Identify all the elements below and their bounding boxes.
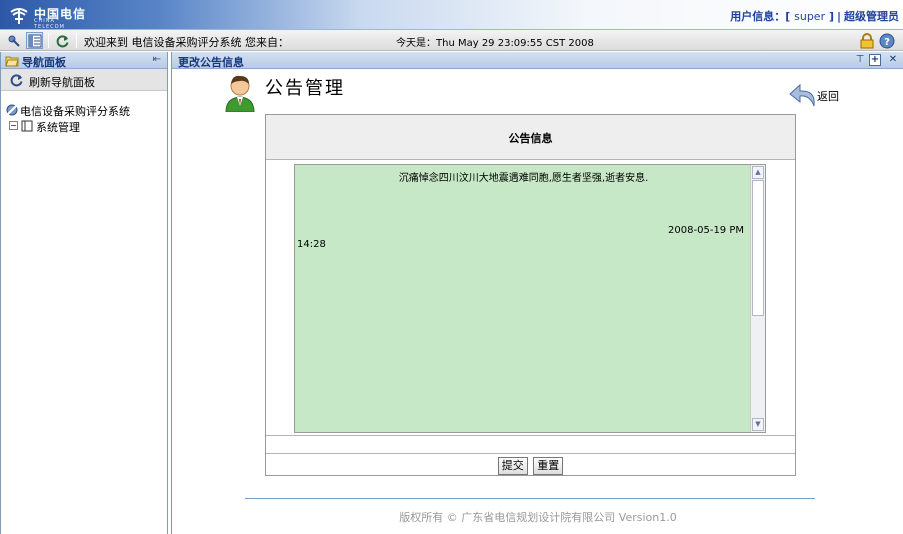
- lock-icon: [860, 33, 874, 49]
- refresh-button[interactable]: [54, 32, 71, 49]
- settings-tool-button[interactable]: [5, 32, 22, 49]
- back-arrow-icon: [789, 83, 815, 107]
- tree-root-label: 电信设备采购评分系统: [20, 105, 130, 118]
- collapse-panel-icon[interactable]: ⇤: [153, 54, 161, 65]
- tree-item-system-management[interactable]: − 系统管理: [5, 118, 165, 134]
- maximize-icon[interactable]: +: [869, 54, 881, 66]
- book-icon: [21, 120, 33, 132]
- lock-button[interactable]: [859, 33, 875, 49]
- navigation-panel: 导航面板 ⇤ 刷新导航面板 电信设备采购评分系统 − 系统管理: [0, 52, 168, 534]
- form-buttons: 提交 重置: [266, 457, 795, 475]
- close-icon[interactable]: ✕: [887, 54, 899, 66]
- tools-icon: [8, 35, 20, 47]
- tree-expander[interactable]: −: [9, 121, 18, 130]
- app-window: 中国电信 CHINA TELECOM 用户信息：[ super ] | 超级管理员 …: [0, 0, 903, 534]
- toolbar-separator: [76, 33, 77, 48]
- announcement-date: 2008-05-19 PM: [668, 225, 744, 236]
- toolbar: 欢迎来到 电信设备采购评分系统 您来自： 今天是：Thu May 29 23:0…: [0, 30, 903, 51]
- scroll-down-arrow-icon[interactable]: ▼: [752, 418, 764, 431]
- refresh-navigation-label: 刷新导航面板: [29, 76, 95, 89]
- content-scrollbar[interactable]: ▲ ▼: [750, 165, 765, 432]
- page-title: 公告管理: [265, 78, 345, 99]
- main-panel-title: 更改公告信息: [178, 56, 244, 69]
- telecom-logo-icon: [8, 4, 32, 26]
- user-info-label: 用户信息：: [730, 10, 786, 23]
- header-bar: 中国电信 CHINA TELECOM 用户信息：[ super ] | 超级管理员: [0, 0, 903, 30]
- help-icon: ?: [879, 33, 895, 49]
- user-name-link[interactable]: super: [794, 10, 825, 23]
- refresh-navigation-button[interactable]: 刷新导航面板: [1, 69, 167, 91]
- user-info: 用户信息：[ super ] | 超级管理员: [730, 10, 899, 23]
- layout-icon: [28, 34, 41, 47]
- navigation-panel-title: 导航面板: [22, 56, 66, 69]
- svg-text:?: ?: [884, 37, 890, 48]
- scrollbar-thumb[interactable]: [752, 180, 764, 316]
- tree-item-label: 系统管理: [36, 121, 80, 134]
- form-divider: [266, 453, 795, 454]
- back-label: 返回: [817, 90, 839, 103]
- help-button[interactable]: ?: [879, 33, 895, 49]
- announcement-text: 沉痛悼念四川汶川大地震遇难同胞,愿生者坚强,逝者安息.: [398, 173, 649, 184]
- announcement-content-body: 沉痛悼念四川汶川大地震遇难同胞,愿生者坚强,逝者安息. 2008-05-19 P…: [295, 165, 752, 432]
- copyright-footer: 版权所有 © 广东省电信规划设计院有限公司 Version1.0: [399, 511, 677, 524]
- tree-root-item[interactable]: 电信设备采购评分系统: [5, 102, 165, 118]
- refresh-icon: [10, 74, 23, 87]
- china-telecom-logo: 中国电信 CHINA TELECOM: [8, 4, 88, 30]
- form-divider: [266, 435, 795, 436]
- form-header: 公告信息: [266, 115, 795, 160]
- announcement-time: 14:28: [297, 239, 326, 250]
- layout-toggle-button[interactable]: [26, 32, 43, 49]
- system-tree-icon: [6, 104, 18, 116]
- user-manager-icon: [225, 75, 255, 112]
- welcome-text: 欢迎来到 电信设备采购评分系统 您来自：: [84, 36, 289, 49]
- footer-divider: [245, 498, 815, 499]
- main-panel: 更改公告信息 ⊤ + ✕ 公告管理 返回 公告信息 沉痛悼念四川汶川大地震遇难同…: [171, 52, 903, 534]
- announcement-content-textarea[interactable]: 沉痛悼念四川汶川大地震遇难同胞,愿生者坚强,逝者安息. 2008-05-19 P…: [294, 164, 766, 433]
- current-date-text: 今天是：Thu May 29 23:09:55 CST 2008: [396, 38, 594, 49]
- refresh-icon: [56, 34, 68, 47]
- scroll-up-arrow-icon[interactable]: ▲: [752, 166, 764, 179]
- form-header-title: 公告信息: [508, 132, 553, 145]
- panel-menu-icon[interactable]: ⊤: [854, 54, 866, 66]
- navigation-tree: 电信设备采购评分系统 − 系统管理: [5, 102, 165, 134]
- folder-icon: [5, 56, 19, 67]
- user-role: 超级管理员: [844, 10, 899, 23]
- navigation-panel-title-bar: 导航面板 ⇤: [1, 52, 167, 69]
- reset-button[interactable]: 重置: [533, 457, 564, 475]
- submit-button[interactable]: 提交: [497, 457, 528, 475]
- main-panel-title-bar: 更改公告信息 ⊤ + ✕: [172, 52, 903, 69]
- logo-subtext: CHINA TELECOM: [34, 18, 65, 30]
- announcement-form: 公告信息 沉痛悼念四川汶川大地震遇难同胞,愿生者坚强,逝者安息. 2008-05…: [265, 114, 796, 476]
- back-button[interactable]: 返回: [788, 82, 848, 110]
- toolbar-separator: [48, 33, 49, 48]
